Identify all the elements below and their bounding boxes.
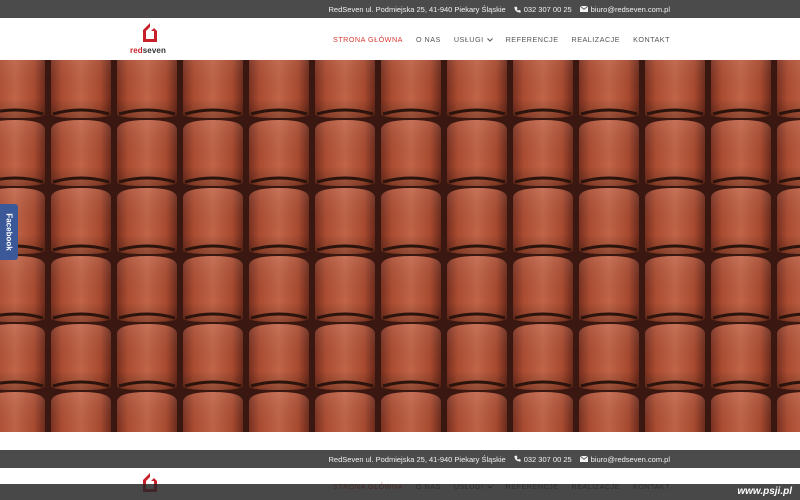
phone-link[interactable]: 032 307 00 25 <box>514 5 572 14</box>
nav-item-references[interactable]: REFERENCJE <box>506 35 559 44</box>
phone-icon <box>514 6 521 13</box>
address-label: RedSeven ul. Podmiejska 25, 41-940 Pieka… <box>328 4 506 14</box>
nav-item-about[interactable]: O NAS <box>416 35 441 44</box>
watermark-text: www.psji.pl <box>737 486 792 497</box>
section-gap <box>0 432 800 450</box>
chevron-down-icon <box>486 35 493 44</box>
logo-text-red: red <box>130 46 143 55</box>
address-text: RedSeven ul. Podmiejska 25, 41-940 Pieka… <box>329 5 506 14</box>
hero-slider[interactable] <box>0 60 800 432</box>
envelope-icon <box>579 455 588 464</box>
logo-text: redseven <box>130 46 166 55</box>
nav-item-label: O NAS <box>415 34 441 44</box>
nav-item-label: KONTAKT <box>633 34 670 44</box>
bottom-overlay-strip <box>0 484 800 500</box>
nav-item-contact[interactable]: KONTAKT <box>633 35 670 44</box>
email-label[interactable]: biuro@redseven.com.pl <box>591 5 670 14</box>
facebook-tab-label: Facebook <box>4 213 14 251</box>
address-label: RedSeven ul. Podmiejska 25, 41-940 Pieka… <box>328 454 506 464</box>
site-header: redseven STRONA GŁÓWNA O NAS USŁUGI REFE… <box>0 18 800 60</box>
nav-item-services[interactable]: USŁUGI <box>454 35 493 44</box>
address-text: RedSeven ul. Podmiejska 25, 41-940 Pieka… <box>329 455 506 464</box>
nav-item-realizations[interactable]: REALIZACJE <box>572 35 621 44</box>
roof-tiles-image <box>0 60 800 432</box>
phone-label[interactable]: 032 307 00 25 <box>524 5 572 14</box>
nav-item-home[interactable]: STRONA GŁÓWNA <box>333 35 403 44</box>
email-link[interactable]: biuro@redseven.com.pl <box>579 455 670 464</box>
nav-item-label: STRONA GŁÓWNA <box>332 34 403 44</box>
nav-item-label: REALIZACJE <box>571 34 621 44</box>
main-nav: STRONA GŁÓWNA O NAS USŁUGI REFERENCJE RE… <box>333 18 670 60</box>
phone-link[interactable]: 032 307 00 25 <box>514 455 572 464</box>
top-info-bar: RedSeven ul. Podmiejska 25, 41-940 Pieka… <box>0 0 800 18</box>
nav-item-label: USŁUGI <box>453 34 484 44</box>
logo-mark-icon <box>143 23 157 42</box>
logo[interactable]: redseven <box>130 22 170 58</box>
email-link[interactable]: biuro@redseven.com.pl <box>579 5 670 14</box>
phone-icon <box>514 455 521 464</box>
envelope-icon <box>579 6 588 12</box>
facebook-side-tab[interactable]: Facebook <box>0 204 18 260</box>
logo-text-dark: seven <box>142 46 166 55</box>
email-label[interactable]: biuro@redseven.com.pl <box>591 455 670 464</box>
phone-label[interactable]: 032 307 00 25 <box>524 455 572 464</box>
nav-item-label: REFERENCJE <box>505 34 559 44</box>
top-info-bar-repeat: RedSeven ul. Podmiejska 25, 41-940 Pieka… <box>0 450 800 468</box>
